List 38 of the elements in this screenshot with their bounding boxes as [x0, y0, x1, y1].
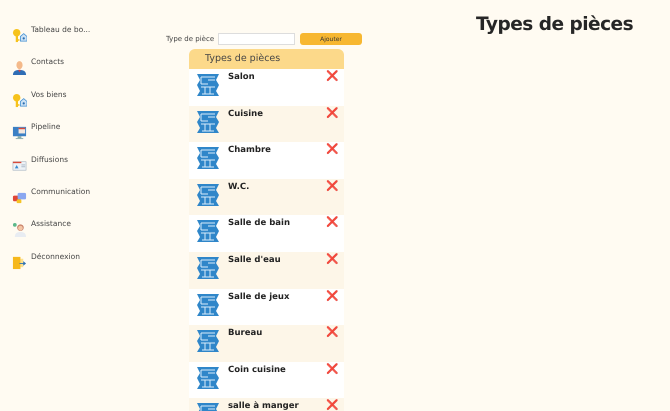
room-type-name: salle à manger	[228, 401, 300, 411]
room-type-name: Chambre	[228, 145, 272, 156]
floor-plan-icon	[195, 145, 221, 172]
list-header: Types de pièces	[189, 49, 344, 69]
floor-plan-icon	[195, 328, 221, 354]
page-title: Types de pièces	[476, 14, 634, 35]
delete-button[interactable]: ❌	[326, 254, 338, 265]
person-icon	[12, 60, 27, 76]
floor-plan-icon	[195, 364, 221, 391]
key-house-icon	[12, 28, 27, 43]
delete-button[interactable]: ❌	[326, 182, 338, 192]
delete-button[interactable]: ❌	[326, 401, 338, 411]
floor-plan-icon	[195, 218, 221, 244]
delete-button[interactable]: ❌	[326, 108, 338, 119]
support-agent-icon	[12, 222, 27, 238]
delete-button[interactable]: ❌	[326, 364, 338, 375]
floor-plan-icon	[195, 72, 221, 98]
room-type-name: Salle de bain	[228, 218, 292, 228]
input-field[interactable]	[218, 33, 295, 45]
delete-button[interactable]: ❌	[326, 145, 338, 156]
room-type-name: Cuisine	[228, 108, 264, 119]
room-type-name: Salle d'eau	[228, 254, 282, 265]
floor-plan-icon	[195, 292, 221, 318]
floor-plan-icon	[195, 182, 221, 208]
delete-button[interactable]: ❌	[326, 218, 338, 228]
delete-button[interactable]: ❌	[326, 328, 338, 338]
logout-door-icon	[12, 254, 27, 270]
delete-button[interactable]: ❌	[326, 292, 338, 302]
room-type-name: Bureau	[228, 328, 264, 338]
key-house-icon	[12, 92, 27, 108]
room-type-name: W.C.	[228, 182, 250, 192]
floor-plan-icon	[195, 108, 221, 135]
room-type-name: Salon	[228, 72, 256, 82]
room-type-name: Coin cuisine	[228, 364, 287, 375]
floor-plan-icon	[195, 254, 221, 281]
monitor-icon	[12, 125, 27, 140]
room-type-name: Salle de jeux	[228, 292, 290, 302]
delete-button[interactable]: ❌	[326, 72, 338, 82]
